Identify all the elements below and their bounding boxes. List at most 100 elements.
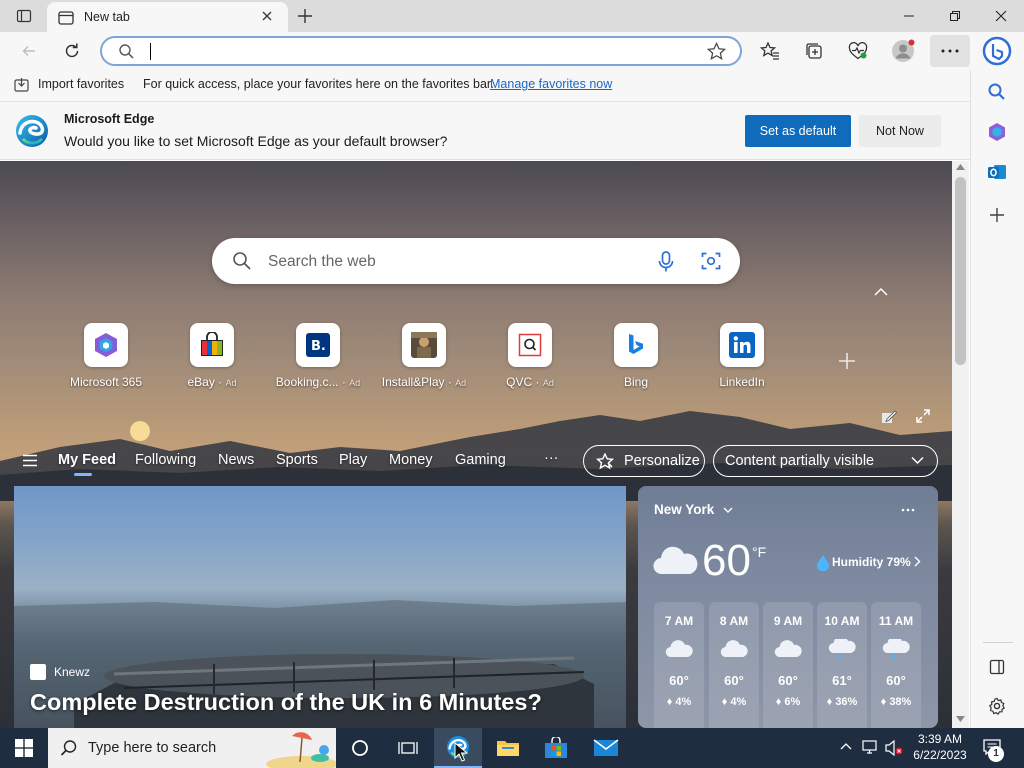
taskbar-edge-app[interactable] bbox=[434, 728, 482, 768]
content-visibility-dropdown[interactable]: Content partially visible bbox=[713, 445, 938, 477]
hide-sidebar-icon[interactable] bbox=[989, 659, 1005, 675]
collapse-chevron-up-icon[interactable] bbox=[874, 287, 888, 297]
refresh-button[interactable] bbox=[57, 37, 87, 65]
quick-link-booking[interactable]: B. Booking.c... · Ad bbox=[268, 323, 368, 389]
back-arrow-icon bbox=[22, 46, 35, 56]
web-search-box[interactable]: Search the web bbox=[212, 238, 740, 284]
new-tab-button[interactable] bbox=[292, 4, 318, 28]
feed-tab-money[interactable]: Money bbox=[389, 452, 433, 468]
weather-more-options-icon[interactable] bbox=[901, 508, 915, 512]
browser-tab-active[interactable]: New tab bbox=[47, 2, 288, 32]
add-favorite-star-icon[interactable] bbox=[707, 42, 726, 61]
sidebar-search-icon[interactable] bbox=[987, 82, 1007, 102]
not-now-button[interactable]: Not Now bbox=[859, 115, 941, 147]
taskbar-microsoft-store[interactable] bbox=[532, 728, 580, 768]
browser-essentials-button[interactable] bbox=[843, 37, 873, 65]
feed-tab-news[interactable]: News bbox=[218, 452, 254, 468]
quick-link-label: Install&Play bbox=[381, 375, 445, 389]
manage-favorites-link[interactable]: Manage favorites now bbox=[490, 77, 612, 91]
feed-tab-gaming[interactable]: Gaming bbox=[455, 452, 506, 468]
bing-chat-button[interactable] bbox=[978, 33, 1016, 69]
hero-article-card[interactable]: Knewz Complete Destruction of the UK in … bbox=[14, 486, 626, 728]
clock-date: 6/22/2023 bbox=[913, 748, 967, 762]
ad-badge: Ad bbox=[349, 378, 361, 388]
set-as-default-button[interactable]: Set as default bbox=[745, 115, 851, 147]
forecast-time: 8 AM bbox=[719, 614, 749, 628]
feed-tab-following[interactable]: Following bbox=[135, 452, 196, 468]
microphone-icon[interactable] bbox=[658, 251, 674, 273]
import-favorites-icon[interactable] bbox=[14, 77, 31, 93]
visual-search-icon[interactable] bbox=[701, 251, 721, 271]
quick-link-microsoft365[interactable]: Microsoft 365 bbox=[56, 323, 156, 389]
address-bar[interactable] bbox=[100, 36, 742, 66]
taskbar-search-icon bbox=[60, 739, 78, 757]
precip-drop-icon: ♦ bbox=[880, 696, 890, 708]
restore-button[interactable] bbox=[932, 0, 978, 32]
hourly-forecast-item[interactable]: 7 AM 60° ♦ 4% bbox=[654, 602, 704, 728]
chevron-down-icon bbox=[911, 456, 924, 465]
sidebar-microsoft365-icon[interactable] bbox=[987, 122, 1007, 142]
scrollbar-thumb[interactable] bbox=[955, 177, 966, 365]
minimize-button[interactable] bbox=[886, 0, 932, 32]
notification-center-button[interactable]: 1 bbox=[980, 728, 1016, 768]
hamburger-menu-icon[interactable] bbox=[22, 454, 38, 467]
taskbar-mail[interactable] bbox=[582, 728, 630, 768]
show-hidden-icons-chevron-icon[interactable] bbox=[840, 742, 852, 750]
edit-background-icon[interactable] bbox=[881, 409, 897, 425]
booking-logo-icon: B. bbox=[296, 323, 340, 367]
hourly-forecast-item[interactable]: 8 AM 60° ♦ 4% bbox=[709, 602, 759, 728]
ad-badge: Ad bbox=[455, 378, 467, 388]
weather-city[interactable]: New York bbox=[654, 502, 714, 517]
feed-tab-sports[interactable]: Sports bbox=[276, 452, 318, 468]
taskbar-file-explorer[interactable] bbox=[484, 728, 532, 768]
profile-button[interactable] bbox=[888, 37, 918, 65]
notification-count-badge: 1 bbox=[988, 746, 1004, 762]
feed-tab-my-feed[interactable]: My Feed bbox=[58, 452, 116, 468]
quick-link-linkedin[interactable]: LinkedIn bbox=[692, 323, 792, 389]
forecast-temp: 60° bbox=[669, 673, 689, 688]
more-feed-tabs[interactable]: ··· bbox=[544, 450, 559, 466]
edge-sidebar bbox=[970, 70, 1024, 728]
quick-link-ebay[interactable]: eBay · Ad bbox=[162, 323, 262, 389]
hourly-forecast-item[interactable]: 10 AM 61° ♦ 36% bbox=[817, 602, 867, 728]
task-view-button[interactable] bbox=[384, 728, 432, 768]
chevron-right-icon[interactable] bbox=[914, 556, 921, 567]
forecast-time: 10 AM bbox=[824, 614, 860, 628]
weather-card[interactable]: New York 60 °F Humidity 79% 7 AM 60° ♦ 4… bbox=[638, 486, 938, 728]
system-clock[interactable]: 3:39 AM 6/22/2023 bbox=[900, 731, 980, 763]
collections-button[interactable] bbox=[799, 37, 829, 65]
city-chevron-down-icon[interactable] bbox=[723, 507, 733, 514]
tab-actions-button[interactable] bbox=[8, 4, 40, 28]
settings-and-more-button[interactable] bbox=[930, 35, 970, 67]
taskbar-search-box[interactable]: Type here to search bbox=[48, 728, 336, 768]
favorites-button[interactable] bbox=[755, 37, 785, 65]
forecast-time: 11 AM bbox=[878, 614, 914, 628]
quick-link-label: QVC bbox=[506, 375, 533, 389]
personalize-button[interactable]: Personalize bbox=[583, 445, 705, 477]
expand-fullscreen-icon[interactable] bbox=[916, 409, 930, 423]
hourly-forecast-item[interactable]: 9 AM 60° ♦ 6% bbox=[763, 602, 813, 728]
back-button[interactable] bbox=[14, 37, 44, 65]
import-favorites-link[interactable]: Import favorites bbox=[38, 77, 124, 91]
close-tab-icon[interactable] bbox=[260, 9, 274, 23]
quick-link-qvc[interactable]: QVC · Ad bbox=[480, 323, 580, 389]
forecast-precip: 4% bbox=[730, 696, 747, 708]
humidity-drop-icon bbox=[816, 554, 830, 571]
quick-link-bing[interactable]: Bing bbox=[586, 323, 686, 389]
start-button[interactable] bbox=[0, 728, 48, 768]
cortana-button[interactable] bbox=[336, 728, 384, 768]
collections-icon bbox=[806, 43, 822, 59]
hourly-forecast-item[interactable]: 11 AM 60° ♦ 38% bbox=[871, 602, 921, 728]
bing-logo-icon bbox=[614, 323, 658, 367]
network-icon[interactable] bbox=[862, 740, 880, 755]
sidebar-settings-gear-icon[interactable] bbox=[988, 697, 1006, 715]
text-cursor bbox=[150, 43, 151, 60]
close-window-button[interactable] bbox=[978, 0, 1024, 32]
sidebar-outlook-icon[interactable] bbox=[987, 162, 1007, 182]
sidebar-add-icon[interactable] bbox=[989, 207, 1005, 223]
quick-link-installplay[interactable]: Install&Play · Ad bbox=[374, 323, 474, 389]
article-headline[interactable]: Complete Destruction of the UK in 6 Minu… bbox=[30, 689, 542, 716]
add-quick-link-plus-icon[interactable] bbox=[838, 352, 856, 370]
page-scrollbar[interactable] bbox=[952, 161, 969, 728]
feed-tab-play[interactable]: Play bbox=[339, 452, 367, 468]
